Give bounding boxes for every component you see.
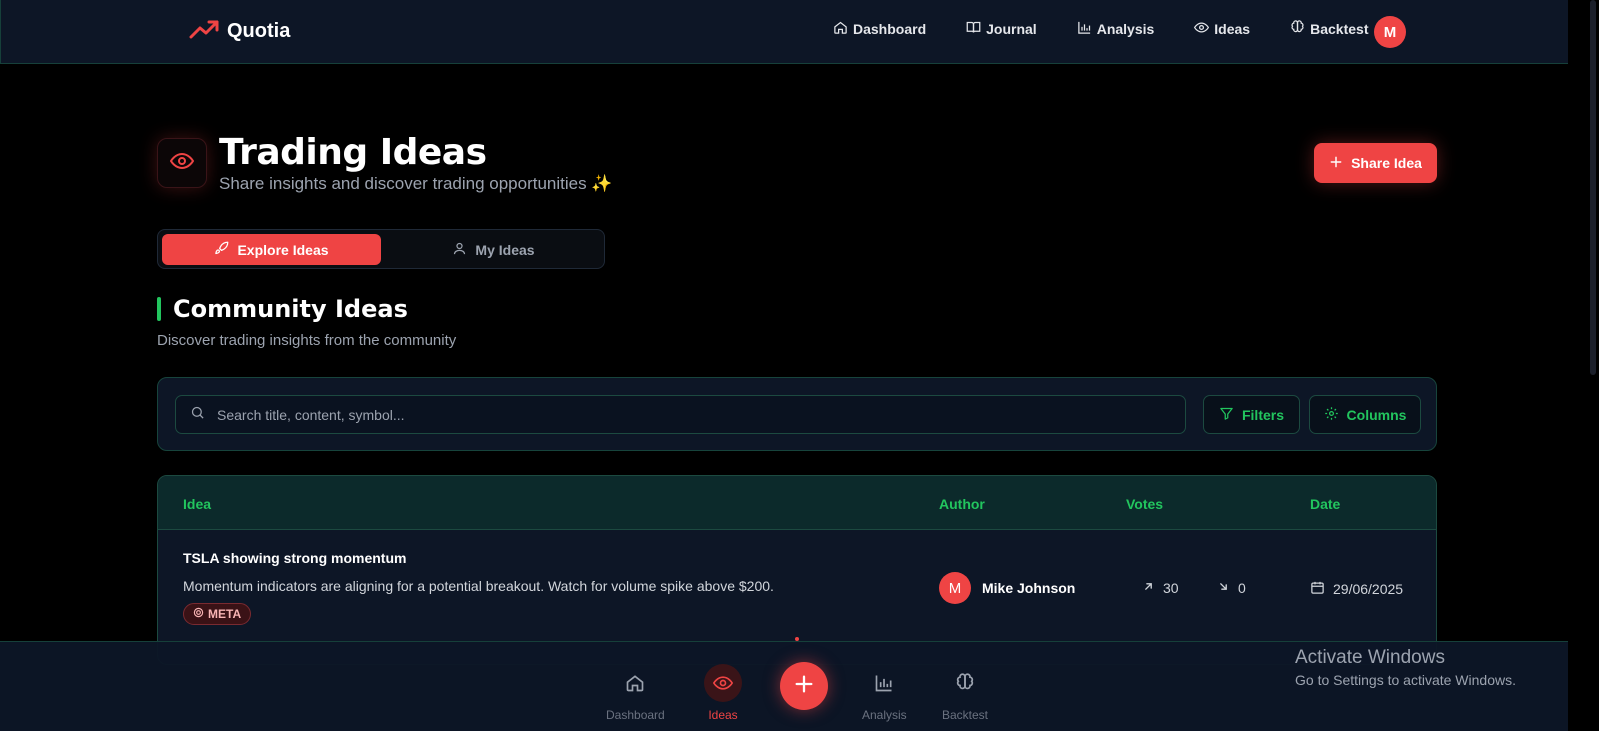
rocket-icon	[214, 241, 229, 259]
plus-icon	[793, 673, 815, 700]
windows-activation-subtitle: Go to Settings to activate Windows.	[1295, 672, 1516, 688]
trending-up-icon	[189, 18, 219, 45]
nav-label: Analysis	[1096, 21, 1155, 37]
windows-activation-title: Activate Windows	[1295, 647, 1445, 668]
scrollbar-thumb[interactable]	[1590, 0, 1596, 375]
columns-label: Columns	[1346, 406, 1407, 423]
bottom-nav-label: Dashboard	[606, 708, 665, 722]
bottom-nav-label: Ideas	[708, 708, 738, 722]
author-avatar: M	[939, 572, 971, 604]
search-input[interactable]	[217, 406, 1117, 423]
section-accent-bar	[157, 297, 161, 321]
eye-icon	[1194, 20, 1210, 38]
calendar-icon	[1310, 580, 1325, 598]
column-header-idea[interactable]: Idea	[183, 496, 211, 512]
user-avatar[interactable]: M	[1374, 16, 1406, 48]
section-title: Community Ideas	[173, 295, 408, 323]
filters-button[interactable]: Filters	[1203, 395, 1300, 434]
idea-title[interactable]: TSLA showing strong momentum	[183, 550, 406, 566]
upvote-count: 30	[1163, 580, 1179, 596]
brain-icon	[1290, 20, 1305, 38]
nav-label: Backtest	[1310, 21, 1369, 37]
symbol-tag[interactable]: META	[183, 603, 252, 625]
top-navbar: Quotia Dashboard Journal Analysis Ideas …	[0, 0, 1568, 64]
arrow-up-right-icon	[1142, 580, 1155, 596]
nav-analysis[interactable]: Analysis	[1077, 20, 1155, 38]
brand[interactable]: Quotia	[189, 18, 290, 45]
downvote-button[interactable]: 0	[1217, 580, 1246, 596]
bottom-nav-label: Analysis	[862, 708, 907, 722]
bar-chart-icon	[1077, 20, 1092, 38]
plus-icon	[1329, 155, 1343, 172]
downvote-count: 0	[1238, 580, 1246, 596]
book-icon	[966, 20, 981, 38]
ideas-tabs: Explore Ideas My Ideas	[157, 229, 605, 269]
user-icon	[452, 241, 467, 259]
section-subtitle: Discover trading insights from the commu…	[157, 332, 457, 349]
main-nav: Dashboard Journal Analysis Ideas Backtes…	[833, 20, 1368, 38]
add-idea-button[interactable]	[780, 662, 828, 710]
search-icon	[190, 405, 205, 425]
tab-explore-ideas[interactable]: Explore Ideas	[162, 234, 381, 265]
tab-label: My Ideas	[475, 241, 535, 258]
bottom-nav-backtest[interactable]: Backtest	[942, 664, 988, 722]
tab-label: Explore Ideas	[237, 241, 329, 258]
tab-my-ideas[interactable]: My Ideas	[384, 234, 603, 265]
column-header-date[interactable]: Date	[1310, 496, 1340, 512]
brain-icon	[946, 664, 984, 702]
table-row[interactable]: TSLA showing strong momentum Momentum in…	[158, 530, 1436, 650]
home-icon	[833, 20, 848, 38]
target-icon	[193, 607, 204, 621]
arrow-down-right-icon	[1217, 580, 1230, 596]
table-header: Idea Author Votes Date	[158, 476, 1436, 530]
upvote-button[interactable]: 30	[1142, 580, 1179, 596]
nav-label: Journal	[986, 21, 1037, 37]
nav-backtest[interactable]: Backtest	[1290, 20, 1368, 38]
nav-journal[interactable]: Journal	[966, 20, 1037, 38]
date-value: 29/06/2025	[1333, 581, 1404, 597]
column-header-votes[interactable]: Votes	[1126, 496, 1163, 512]
symbol-tag-label: META	[208, 607, 242, 621]
author-name[interactable]: Mike Johnson	[982, 580, 1075, 596]
bottom-nav-label: Backtest	[942, 708, 989, 722]
filters-label: Filters	[1241, 406, 1284, 423]
bottom-nav-dashboard[interactable]: Dashboard	[606, 664, 665, 722]
brand-name: Quotia	[227, 20, 291, 42]
nav-ideas[interactable]: Ideas	[1194, 20, 1250, 38]
page-title: Trading Ideas	[219, 132, 487, 173]
nav-dashboard[interactable]: Dashboard	[833, 20, 926, 38]
bottom-nav-ideas[interactable]: Ideas	[704, 664, 742, 722]
home-icon	[616, 664, 654, 702]
search-box	[175, 395, 1186, 434]
share-idea-label: Share Idea	[1351, 155, 1422, 171]
bar-chart-icon	[865, 664, 903, 702]
eye-icon	[704, 664, 742, 702]
column-header-author[interactable]: Author	[939, 496, 985, 512]
filter-icon	[1219, 406, 1234, 424]
page-icon	[157, 138, 207, 188]
share-idea-button[interactable]: Share Idea	[1314, 143, 1437, 183]
eye-icon	[169, 149, 195, 178]
nav-label: Ideas	[1214, 21, 1251, 37]
columns-button[interactable]: Columns	[1309, 395, 1421, 434]
idea-description: Momentum indicators are aligning for a p…	[183, 578, 774, 594]
active-indicator-dot	[795, 637, 799, 641]
filter-panel: Filters Columns	[157, 377, 1437, 451]
bottom-nav-analysis[interactable]: Analysis	[862, 664, 907, 722]
gear-icon	[1324, 406, 1339, 424]
page-subtitle: Share insights and discover trading oppo…	[219, 174, 613, 193]
idea-date: 29/06/2025	[1310, 580, 1403, 598]
nav-label: Dashboard	[853, 21, 927, 37]
